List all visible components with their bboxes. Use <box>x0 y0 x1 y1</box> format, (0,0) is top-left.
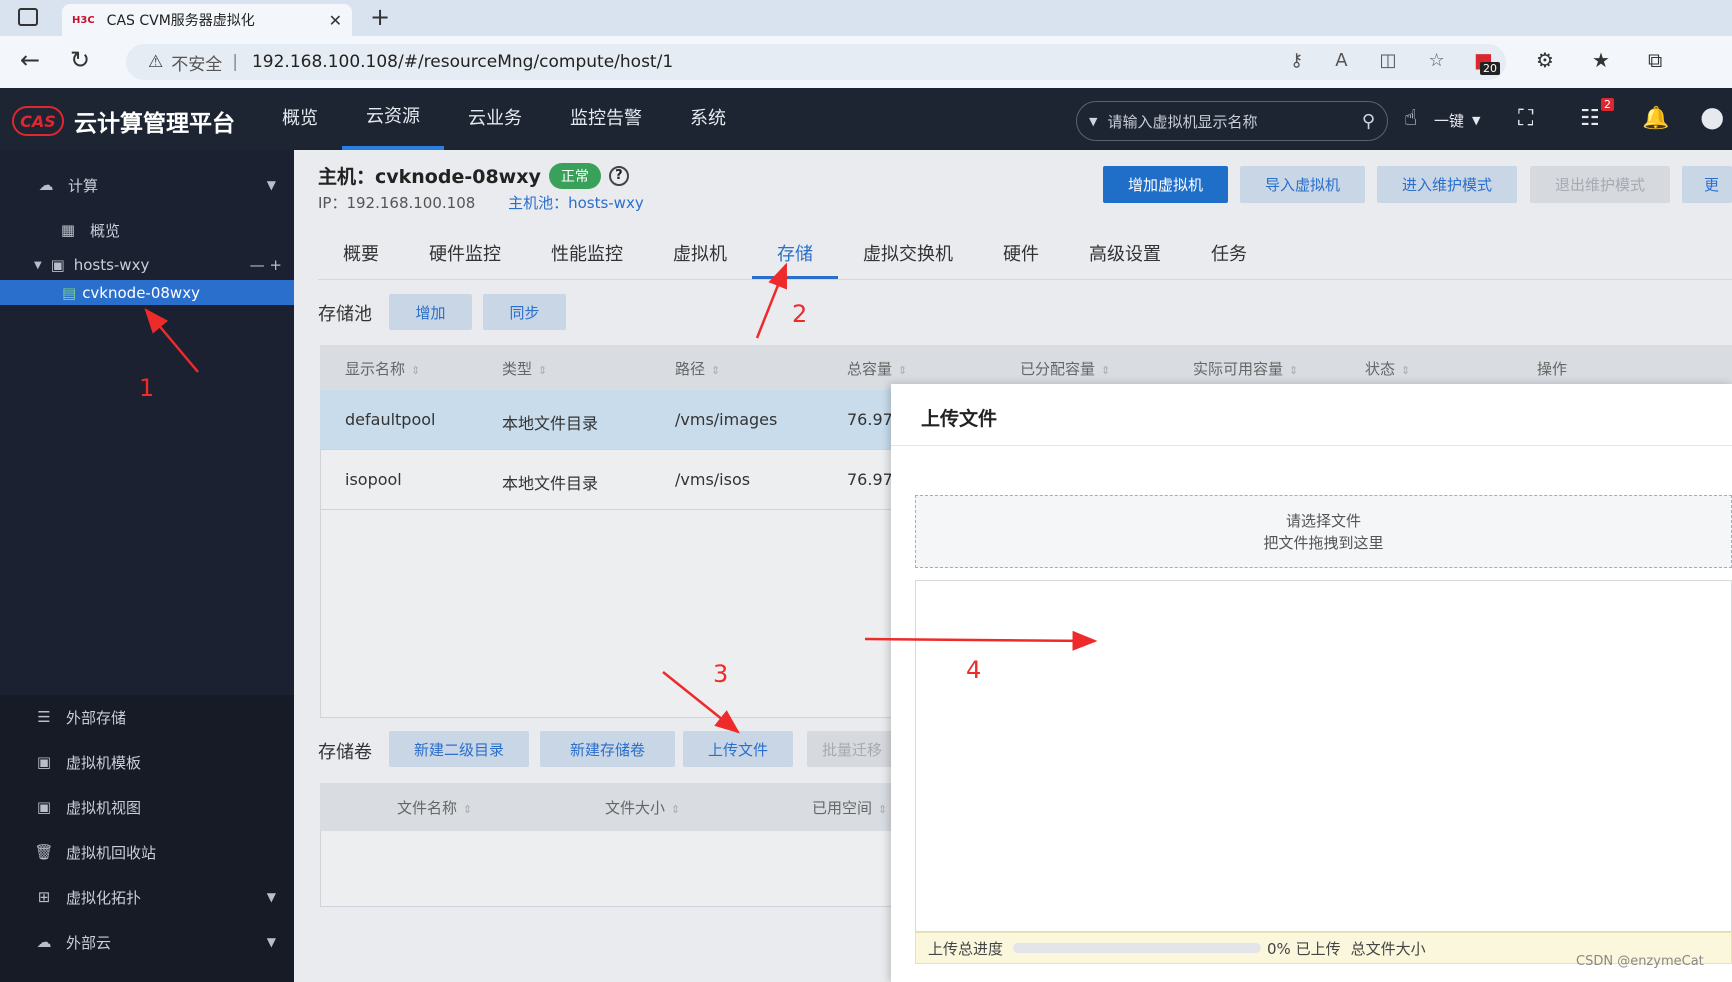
arrow-2 <box>755 262 788 339</box>
annotation-number: 3 <box>713 660 729 688</box>
arrow-1 <box>144 308 199 373</box>
annotation-number: 4 <box>966 656 982 684</box>
arrow-4 <box>864 630 1098 651</box>
annotation-arrows <box>144 262 1098 734</box>
annotation-number: 1 <box>139 374 155 402</box>
annotation-number: 2 <box>792 300 808 328</box>
